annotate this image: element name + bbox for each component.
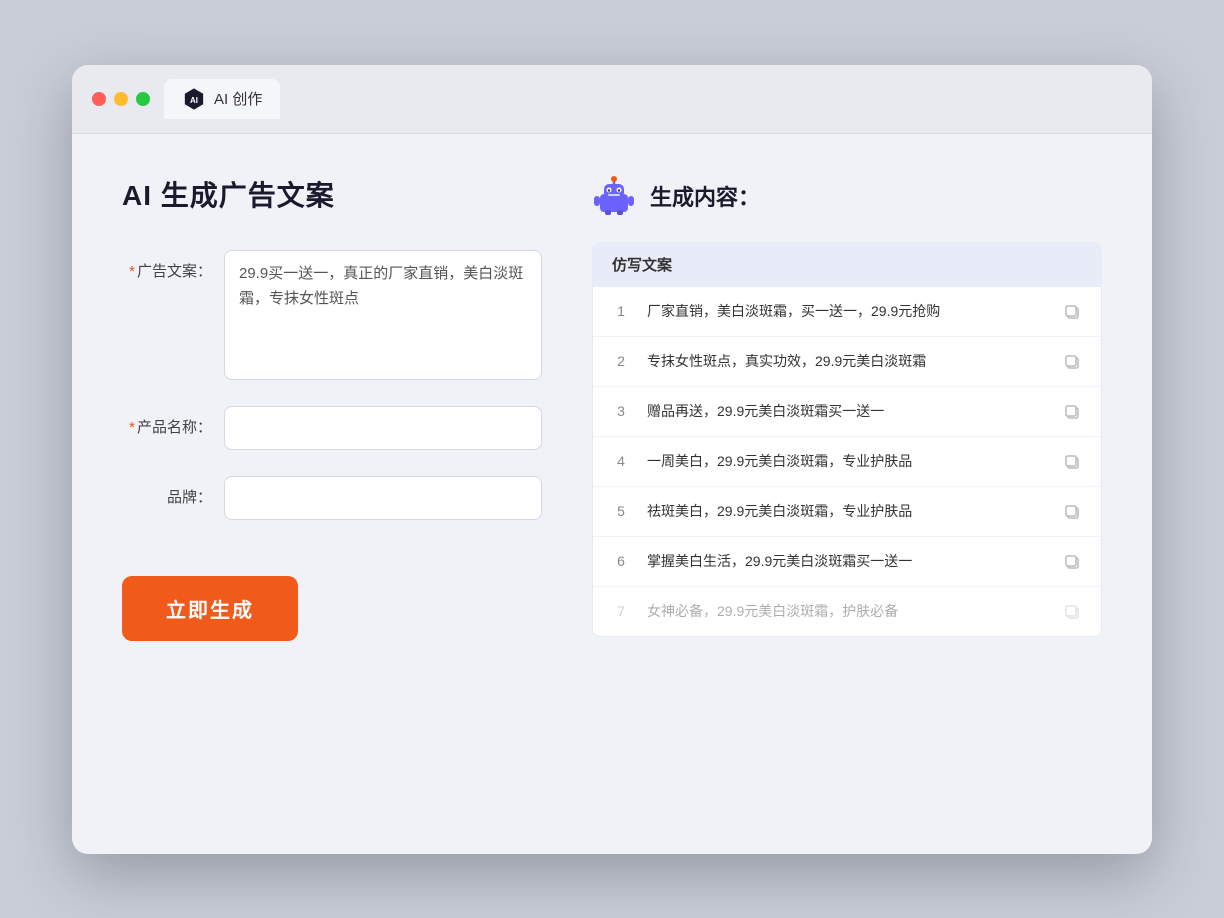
result-title: 生成内容： bbox=[650, 180, 760, 212]
copy-icon-5[interactable] bbox=[1063, 501, 1083, 521]
browser-window: AI AI 创作 AI 生成广告文案 *广告文案： 29.9买一送一，真正的厂家… bbox=[72, 65, 1152, 854]
generate-button[interactable]: 立即生成 bbox=[122, 576, 298, 641]
result-item-7: 7 女神必备，29.9元美白淡斑霜，护肤必备 bbox=[593, 587, 1101, 636]
ai-tab[interactable]: AI AI 创作 bbox=[164, 79, 280, 119]
result-header: 生成内容： bbox=[592, 174, 1102, 218]
result-num-6: 6 bbox=[611, 553, 631, 569]
tab-label: AI 创作 bbox=[214, 88, 262, 109]
minimize-button[interactable] bbox=[114, 92, 128, 106]
copy-icon-4[interactable] bbox=[1063, 451, 1083, 471]
copy-icon-3[interactable] bbox=[1063, 401, 1083, 421]
ad-copy-label: *广告文案： bbox=[122, 250, 212, 281]
copy-icon-6[interactable] bbox=[1063, 551, 1083, 571]
result-item-5: 5 祛斑美白，29.9元美白淡斑霜，专业护肤品 bbox=[593, 487, 1101, 537]
result-num-5: 5 bbox=[611, 503, 631, 519]
copy-icon-2[interactable] bbox=[1063, 351, 1083, 371]
result-text-2: 专抹女性斑点，真实功效，29.9元美白淡斑霜 bbox=[647, 351, 1047, 372]
maximize-button[interactable] bbox=[136, 92, 150, 106]
product-name-group: *产品名称： 美白淡斑霜 bbox=[122, 406, 542, 450]
brand-label: 品牌： bbox=[122, 476, 212, 507]
result-text-5: 祛斑美白，29.9元美白淡斑霜，专业护肤品 bbox=[647, 501, 1047, 522]
result-item-3: 3 赠品再送，29.9元美白淡斑霜买一送一 bbox=[593, 387, 1101, 437]
brand-input[interactable]: 好白 bbox=[224, 476, 542, 520]
result-num-2: 2 bbox=[611, 353, 631, 369]
result-num-3: 3 bbox=[611, 403, 631, 419]
result-num-7: 7 bbox=[611, 603, 631, 619]
result-item-2: 2 专抹女性斑点，真实功效，29.9元美白淡斑霜 bbox=[593, 337, 1101, 387]
right-panel: 生成内容： 仿写文案 1 厂家直销，美白淡斑霜，买一送一，29.9元抢购 2 专… bbox=[592, 174, 1102, 804]
result-item-6: 6 掌握美白生活，29.9元美白淡斑霜买一送一 bbox=[593, 537, 1101, 587]
result-table-header: 仿写文案 bbox=[592, 242, 1102, 287]
titlebar: AI AI 创作 bbox=[72, 65, 1152, 134]
required-star-1: * bbox=[129, 263, 135, 280]
result-list: 1 厂家直销，美白淡斑霜，买一送一，29.9元抢购 2 专抹女性斑点，真实功效，… bbox=[592, 287, 1102, 637]
result-item-1: 1 厂家直销，美白淡斑霜，买一送一，29.9元抢购 bbox=[593, 287, 1101, 337]
required-star-2: * bbox=[129, 419, 135, 436]
close-button[interactable] bbox=[92, 92, 106, 106]
product-name-input[interactable]: 美白淡斑霜 bbox=[224, 406, 542, 450]
page-title: AI 生成广告文案 bbox=[122, 174, 542, 214]
result-num-1: 1 bbox=[611, 303, 631, 319]
left-panel: AI 生成广告文案 *广告文案： 29.9买一送一，真正的厂家直销，美白淡斑霜，… bbox=[122, 174, 542, 804]
copy-icon-7[interactable] bbox=[1063, 601, 1083, 621]
result-text-6: 掌握美白生活，29.9元美白淡斑霜买一送一 bbox=[647, 551, 1047, 572]
product-name-label: *产品名称： bbox=[122, 406, 212, 437]
result-text-3: 赠品再送，29.9元美白淡斑霜买一送一 bbox=[647, 401, 1047, 422]
ad-copy-group: *广告文案： 29.9买一送一，真正的厂家直销，美白淡斑霜，专抹女性斑点 bbox=[122, 250, 542, 380]
traffic-lights bbox=[92, 92, 150, 106]
result-item-4: 4 一周美白，29.9元美白淡斑霜，专业护肤品 bbox=[593, 437, 1101, 487]
content-area: AI 生成广告文案 *广告文案： 29.9买一送一，真正的厂家直销，美白淡斑霜，… bbox=[72, 134, 1152, 854]
svg-text:AI: AI bbox=[190, 96, 198, 105]
brand-group: 品牌： 好白 bbox=[122, 476, 542, 520]
result-text-7: 女神必备，29.9元美白淡斑霜，护肤必备 bbox=[647, 601, 1047, 622]
ad-copy-input[interactable]: 29.9买一送一，真正的厂家直销，美白淡斑霜，专抹女性斑点 bbox=[224, 250, 542, 380]
ai-badge-icon: AI bbox=[182, 87, 206, 111]
result-text-4: 一周美白，29.9元美白淡斑霜，专业护肤品 bbox=[647, 451, 1047, 472]
copy-icon-1[interactable] bbox=[1063, 301, 1083, 321]
result-num-4: 4 bbox=[611, 453, 631, 469]
robot-icon bbox=[592, 174, 636, 218]
result-text-1: 厂家直销，美白淡斑霜，买一送一，29.9元抢购 bbox=[647, 301, 1047, 322]
